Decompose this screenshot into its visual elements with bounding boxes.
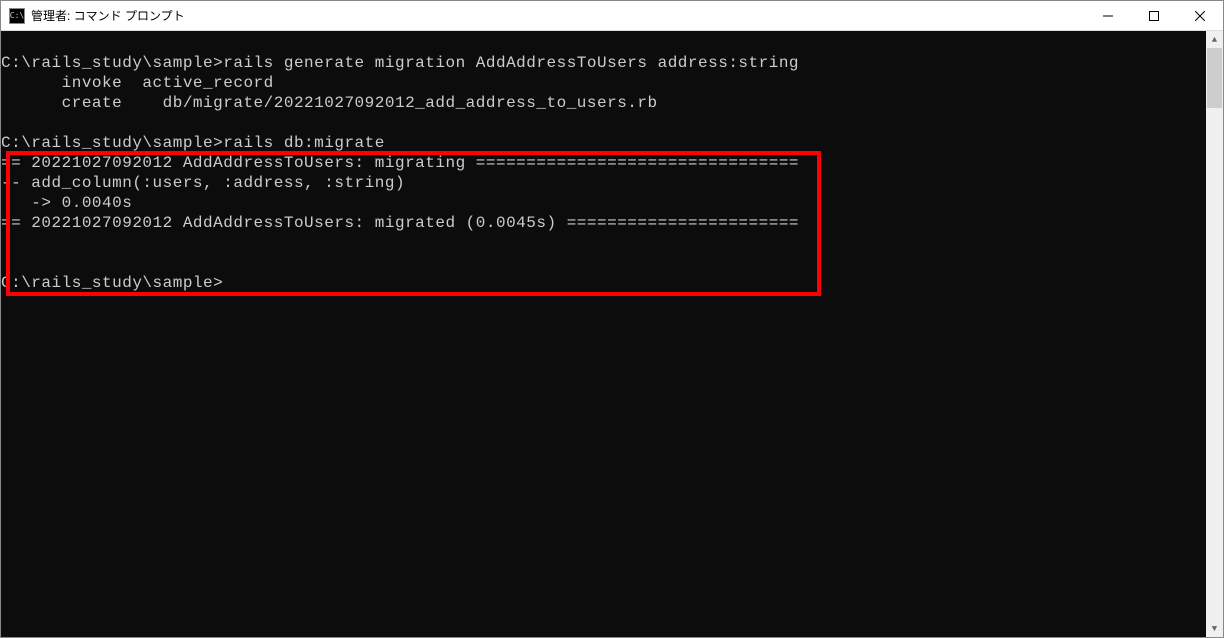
maximize-button[interactable] <box>1131 1 1177 31</box>
terminal-line: C:\rails_study\sample>rails generate mig… <box>1 53 1206 73</box>
terminal-line: == 20221027092012 AddAddressToUsers: mig… <box>1 153 1206 173</box>
terminal-line: C:\rails_study\sample>rails db:migrate <box>1 133 1206 153</box>
terminal-line: == 20221027092012 AddAddressToUsers: mig… <box>1 213 1206 233</box>
terminal-line: C:\rails_study\sample> <box>1 273 1206 293</box>
terminal-line <box>1 113 1206 133</box>
cmd-icon: C:\ <box>9 8 25 24</box>
scroll-thumb[interactable] <box>1207 48 1222 108</box>
minimize-icon <box>1103 11 1113 21</box>
window-title: 管理者: コマンド プロンプト <box>31 7 1085 24</box>
window-controls <box>1085 1 1223 31</box>
titlebar[interactable]: C:\ 管理者: コマンド プロンプト <box>1 1 1223 31</box>
terminal-line: -> 0.0040s <box>1 193 1206 213</box>
terminal-container: C:\rails_study\sample>rails generate mig… <box>1 31 1223 637</box>
vertical-scrollbar[interactable]: ▲ ▼ <box>1206 31 1223 637</box>
terminal-line <box>1 233 1206 253</box>
maximize-icon <box>1149 11 1159 21</box>
scroll-up-arrow-icon[interactable]: ▲ <box>1206 31 1223 48</box>
terminal-line: create db/migrate/20221027092012_add_add… <box>1 93 1206 113</box>
scroll-down-arrow-icon[interactable]: ▼ <box>1206 620 1223 637</box>
close-icon <box>1195 11 1205 21</box>
minimize-button[interactable] <box>1085 1 1131 31</box>
terminal-line <box>1 33 1206 53</box>
terminal-line: -- add_column(:users, :address, :string) <box>1 173 1206 193</box>
terminal-line <box>1 253 1206 273</box>
close-button[interactable] <box>1177 1 1223 31</box>
command-prompt-window: C:\ 管理者: コマンド プロンプト C:\rails_study\sampl… <box>0 0 1224 638</box>
terminal-line: invoke active_record <box>1 73 1206 93</box>
terminal-output[interactable]: C:\rails_study\sample>rails generate mig… <box>1 31 1206 637</box>
